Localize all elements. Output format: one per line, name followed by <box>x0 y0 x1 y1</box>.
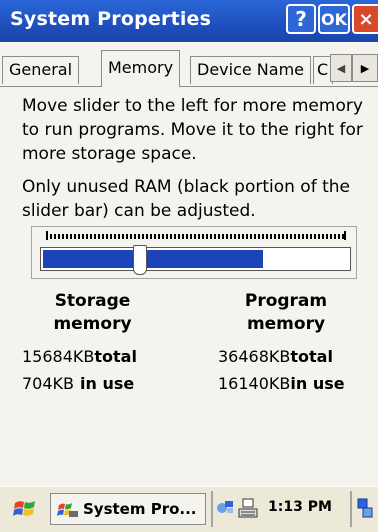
keyboard-icon[interactable] <box>238 497 258 519</box>
arrow-left-icon: ◀ <box>336 61 346 75</box>
ok-button[interactable]: OK <box>318 4 350 34</box>
slider-used-fill <box>43 250 263 268</box>
program-memory-label: Program memory <box>236 290 336 336</box>
tab-scroll-left[interactable]: ◀ <box>330 54 352 82</box>
program-total-label: total <box>290 347 333 366</box>
window-title: System Properties <box>10 8 212 30</box>
storage-memory-label: Storage memory <box>50 290 135 336</box>
slider-track[interactable] <box>40 247 351 271</box>
tab-general[interactable]: General <box>2 56 80 84</box>
close-button[interactable]: × <box>352 4 378 34</box>
task-system-properties[interactable]: System Pro... <box>50 493 206 525</box>
storage-total: 15684KBtotal <box>22 347 137 366</box>
storage-inuse-value: 704KB <box>22 374 75 393</box>
tab-scroll-right[interactable]: ▶ <box>352 54 378 82</box>
memory-slider[interactable] <box>31 226 357 279</box>
memory-description: Move slider to the left for more memory … <box>22 96 363 164</box>
clock[interactable]: 1:13 PM <box>268 499 332 515</box>
taskbar: System Pro... 1:13 PM <box>0 486 378 532</box>
title-bar: System Properties ? OK × <box>0 0 378 42</box>
connection-icon[interactable] <box>356 497 374 519</box>
slider-thumb[interactable] <box>133 245 147 275</box>
memory-note: Only unused RAM (black portion of the sl… <box>22 177 350 221</box>
windows-flag-icon <box>13 501 35 516</box>
program-inuse-value: 16140KB <box>218 374 291 393</box>
program-inuse-label: in use <box>290 374 345 393</box>
program-total-value: 36468KB <box>218 347 291 366</box>
system-properties-icon <box>57 503 78 517</box>
tab-device-name[interactable]: Device Name <box>190 56 312 84</box>
slider-ticks <box>46 231 346 240</box>
program-total: 36468KBtotal <box>218 347 333 366</box>
program-inuse: 16140KBin use <box>218 374 345 393</box>
help-button[interactable]: ? <box>286 4 316 34</box>
program-label-line2: memory <box>246 314 326 334</box>
task-label: System Pro... <box>83 500 197 518</box>
storage-total-value: 15684KB <box>22 347 95 366</box>
storage-label-line1: Storage <box>54 291 131 311</box>
storage-total-label: total <box>94 347 137 366</box>
tab-strip: General Memory Device Name C ◀ ▶ <box>0 42 378 87</box>
tray-separator <box>211 491 213 527</box>
tab-memory[interactable]: Memory <box>101 50 181 87</box>
storage-inuse: 704KB in use <box>22 374 134 393</box>
program-label-line1: Program <box>244 291 328 311</box>
network-icon[interactable] <box>216 499 234 515</box>
tray-separator-2 <box>350 491 352 527</box>
storage-inuse-label: in use <box>80 374 135 393</box>
start-button[interactable] <box>12 497 40 521</box>
arrow-right-icon: ▶ <box>360 61 370 75</box>
storage-label-line2: memory <box>53 314 132 334</box>
